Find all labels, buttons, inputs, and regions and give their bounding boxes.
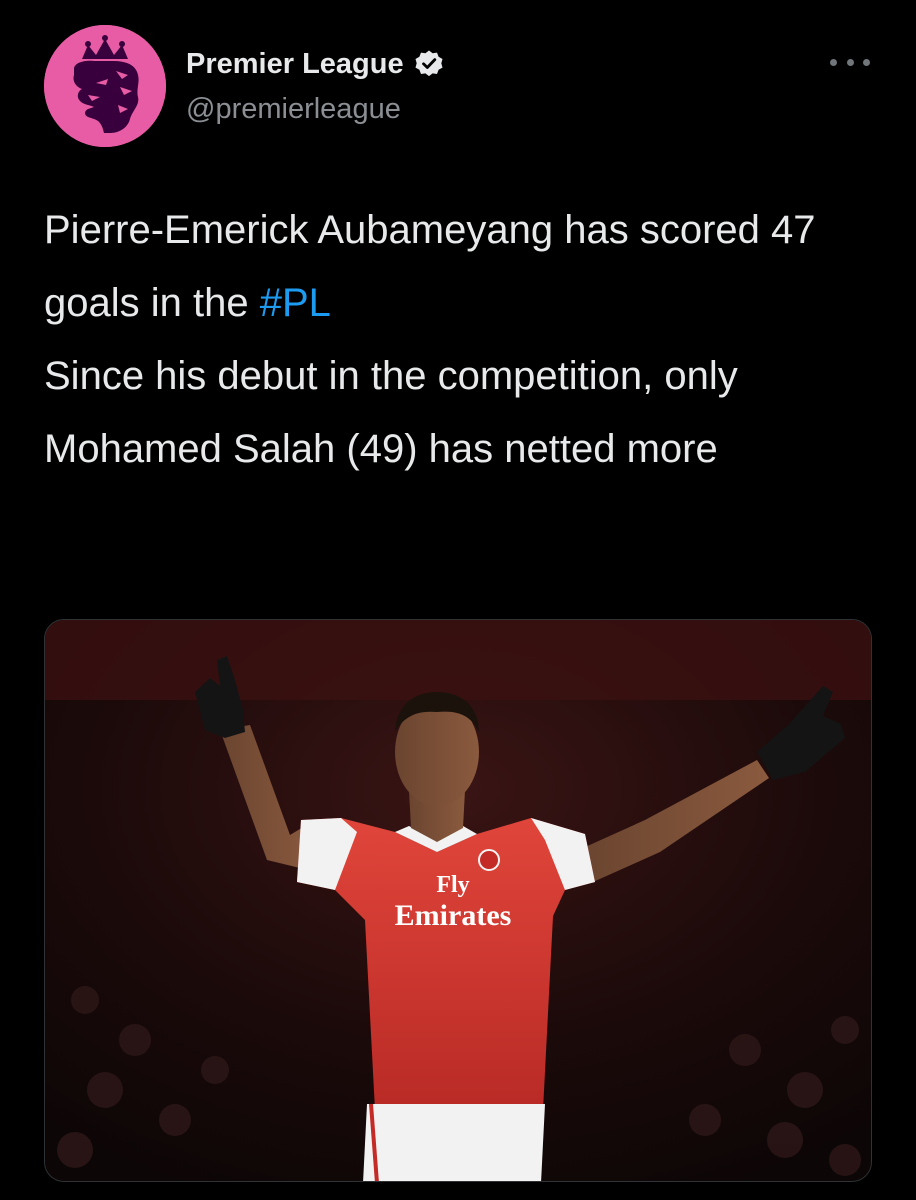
tweet-text: Pierre-Emerick Aubameyang has scored 47 …: [44, 194, 864, 486]
tweet-photo[interactable]: Fly Emirates: [44, 619, 872, 1182]
shirt-sponsor-line-2: Emirates: [395, 899, 512, 932]
tweet-paragraph-1-text: Pierre-Emerick Aubameyang has scored 47 …: [44, 208, 816, 325]
more-dot: [830, 58, 837, 66]
verified-badge-icon: [415, 50, 443, 77]
more-dot: [846, 58, 854, 66]
premier-league-lion-icon: [44, 25, 166, 147]
more-dot: [863, 58, 870, 66]
tweet-paragraph-2: Since his debut in the competition, only…: [44, 354, 738, 471]
account-handle[interactable]: @premierleague: [186, 91, 401, 127]
player-photo: Fly Emirates: [45, 620, 871, 1181]
tweet-paragraph-1: Pierre-Emerick Aubameyang has scored 47 …: [44, 194, 864, 340]
display-name[interactable]: Premier League: [186, 46, 404, 82]
tweet: Premier League @premierleague Pierre-Eme…: [0, 0, 916, 1200]
shirt-sponsor-line-1: Fly: [436, 872, 469, 898]
more-options-icon[interactable]: [830, 50, 870, 74]
avatar[interactable]: [44, 25, 166, 147]
hashtag-link[interactable]: #PL: [260, 281, 331, 325]
author-name-row[interactable]: Premier League: [186, 46, 444, 82]
